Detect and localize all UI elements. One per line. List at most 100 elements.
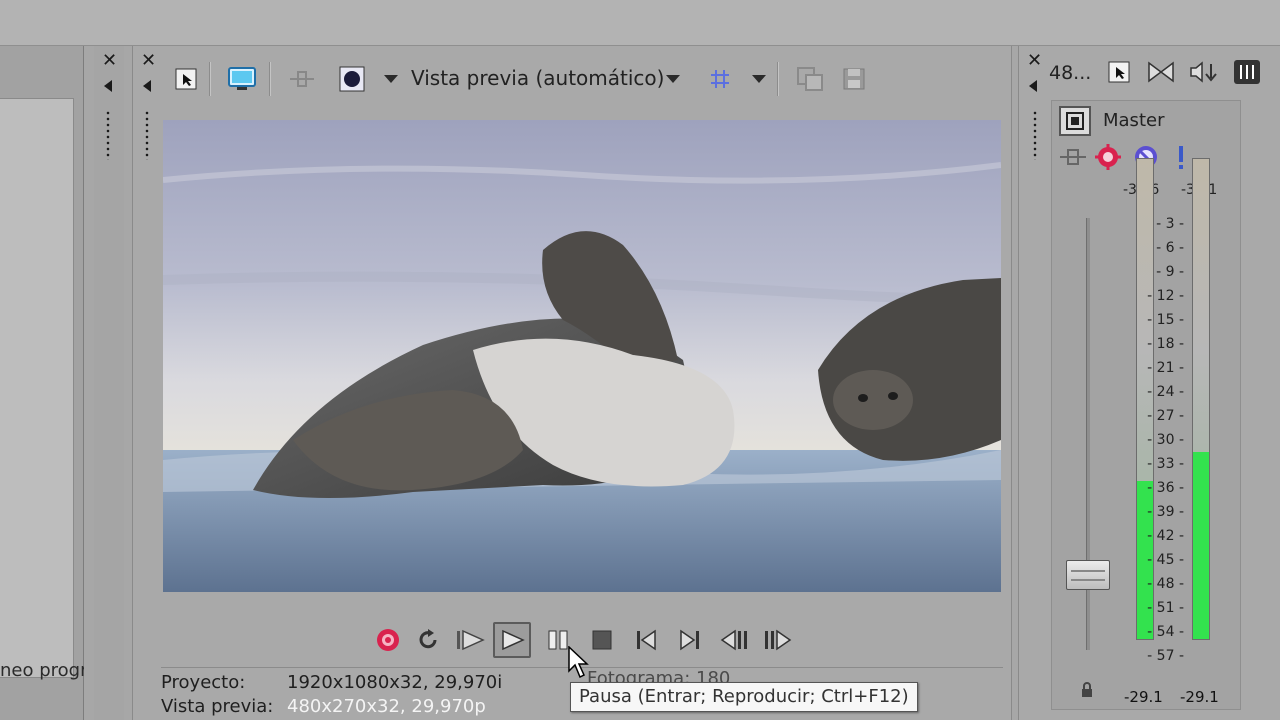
loop-icon bbox=[419, 629, 437, 649]
go-to-start-button[interactable] bbox=[627, 622, 665, 658]
master-label: Master bbox=[1103, 110, 1165, 131]
copy-snapshot-icon bbox=[797, 67, 823, 91]
dock-strip-left: ✕ bbox=[94, 46, 124, 720]
video-preview-window: ✕ Vista previa (automático) Proyecto: 19… bbox=[132, 46, 1012, 720]
mouse-cursor-icon bbox=[568, 646, 589, 679]
collapse-arrow-icon[interactable] bbox=[104, 80, 112, 92]
preview-toolbar: Vista previa (automático) bbox=[133, 52, 1013, 102]
meter-scale-tick: - 12 - bbox=[1147, 288, 1184, 304]
collapse-arrow-icon[interactable] bbox=[1029, 80, 1037, 92]
meter-scale-tick: - 9 - bbox=[1156, 264, 1184, 280]
level-right-value: -29.1 bbox=[1180, 688, 1219, 706]
stop-icon bbox=[592, 630, 612, 650]
chevron-down-icon bbox=[666, 75, 680, 83]
grid-overlay-button[interactable] bbox=[705, 64, 735, 94]
meter-scale-tick: - 51 - bbox=[1147, 600, 1184, 616]
meter-scale-tick: - 15 - bbox=[1147, 312, 1184, 328]
meter-scale-tick: - 27 - bbox=[1147, 408, 1184, 424]
sample-rate-label: 48... bbox=[1049, 62, 1092, 84]
meter-right-level bbox=[1193, 451, 1209, 639]
external-monitor-button[interactable] bbox=[227, 64, 257, 94]
meter-scale-tick: - 45 - bbox=[1147, 552, 1184, 568]
grid-icon bbox=[711, 70, 729, 88]
go-to-end-icon bbox=[680, 629, 699, 651]
lock-icon[interactable] bbox=[1080, 682, 1094, 698]
close-icon[interactable]: ✕ bbox=[102, 52, 117, 70]
meter-scale-tick: - 6 - bbox=[1156, 240, 1184, 256]
preview-resolution-label: Vista previa: bbox=[161, 696, 274, 717]
preview-quality-select[interactable]: Vista previa (automático) bbox=[411, 66, 664, 90]
meter-scale-tick: - 57 - bbox=[1147, 648, 1184, 664]
pause-tooltip: Pausa (Entrar; Reproducir; Ctrl+F12) bbox=[570, 682, 918, 712]
go-to-end-button[interactable] bbox=[671, 622, 709, 658]
record-button[interactable] bbox=[369, 622, 407, 658]
split-screen-button[interactable] bbox=[287, 64, 317, 94]
close-icon[interactable]: ✕ bbox=[1027, 52, 1042, 70]
meter-scale-tick: - 42 - bbox=[1147, 528, 1184, 544]
project-label: Proyecto: bbox=[161, 672, 246, 693]
drag-grip-icon[interactable] bbox=[1033, 110, 1037, 160]
speaker-down-icon bbox=[1190, 61, 1217, 83]
save-icon bbox=[843, 68, 865, 90]
master-bus-button[interactable] bbox=[1059, 106, 1091, 136]
meter-scale-tick: - 24 - bbox=[1147, 384, 1184, 400]
chevron-down-icon bbox=[752, 75, 766, 83]
next-frame-icon bbox=[765, 629, 792, 651]
meter-scale-tick: - 18 - bbox=[1147, 336, 1184, 352]
meter-scale-tick: - 36 - bbox=[1147, 480, 1184, 496]
loop-playback-button[interactable] bbox=[409, 622, 447, 658]
video-frame[interactable] bbox=[163, 120, 1001, 592]
meter-scale-tick: - 3 - bbox=[1156, 216, 1184, 232]
play-button[interactable] bbox=[493, 622, 531, 658]
split-view-icon bbox=[290, 71, 314, 87]
drag-grip-icon[interactable] bbox=[145, 110, 149, 160]
level-left-value: -29.1 bbox=[1124, 688, 1163, 706]
previous-frame-button[interactable] bbox=[715, 622, 753, 658]
overlays-button[interactable] bbox=[337, 64, 367, 94]
chevron-down-icon bbox=[384, 75, 398, 83]
left-panel: neo progr bbox=[0, 46, 84, 720]
play-from-start-icon bbox=[457, 629, 485, 651]
go-to-start-icon bbox=[637, 629, 656, 651]
master-properties-button[interactable] bbox=[1105, 58, 1133, 86]
play-from-start-button[interactable] bbox=[451, 622, 489, 658]
meter-scale-tick: - 33 - bbox=[1147, 456, 1184, 472]
monitor-icon bbox=[228, 67, 256, 90]
top-strip bbox=[0, 0, 1280, 46]
mixer-button[interactable] bbox=[1233, 58, 1261, 86]
master-fx-button[interactable] bbox=[1095, 144, 1121, 174]
copy-snapshot-button[interactable] bbox=[795, 64, 825, 94]
next-frame-button[interactable] bbox=[759, 622, 797, 658]
record-icon bbox=[377, 629, 399, 651]
drag-grip-icon[interactable] bbox=[106, 110, 110, 160]
master-solo-button[interactable] bbox=[1175, 144, 1187, 174]
downmix-icon bbox=[1148, 61, 1174, 83]
mixer-icon bbox=[1234, 60, 1260, 84]
project-value: 1920x1080x32, 29,970i bbox=[287, 672, 503, 693]
solo-icon bbox=[1179, 146, 1183, 169]
preview-resolution-value: 480x270x32, 29,970p bbox=[287, 696, 486, 717]
fx-chain-icon bbox=[1060, 149, 1086, 165]
overlay-icon bbox=[339, 66, 365, 92]
master-insert-fx-button[interactable] bbox=[1059, 146, 1087, 172]
meter-scale-tick: - 39 - bbox=[1147, 504, 1184, 520]
meter-scale-tick: - 21 - bbox=[1147, 360, 1184, 376]
preview-properties-button[interactable] bbox=[171, 64, 201, 94]
dim-output-button[interactable] bbox=[1189, 58, 1217, 86]
bus-icon bbox=[1066, 112, 1084, 130]
save-snapshot-button[interactable] bbox=[839, 64, 869, 94]
grid-dropdown[interactable] bbox=[749, 64, 769, 94]
properties-icon bbox=[175, 68, 197, 90]
meter-scale-tick: - 54 - bbox=[1147, 624, 1184, 640]
preview-quality-dropdown[interactable] bbox=[663, 64, 683, 94]
meter-scale-tick: - 48 - bbox=[1147, 576, 1184, 592]
vegas-window: neo progr ✕ ✕ Vista previa (automático) … bbox=[0, 0, 1280, 720]
left-panel-tab-label[interactable]: neo progr bbox=[0, 660, 84, 681]
meter-right bbox=[1192, 158, 1210, 640]
downmix-button[interactable] bbox=[1147, 58, 1175, 86]
master-fader-knob[interactable] bbox=[1066, 560, 1110, 590]
gear-icon bbox=[1095, 144, 1121, 170]
overlays-dropdown[interactable] bbox=[381, 64, 401, 94]
previous-frame-icon bbox=[720, 629, 747, 651]
meter-scale-tick: - 30 - bbox=[1147, 432, 1184, 448]
